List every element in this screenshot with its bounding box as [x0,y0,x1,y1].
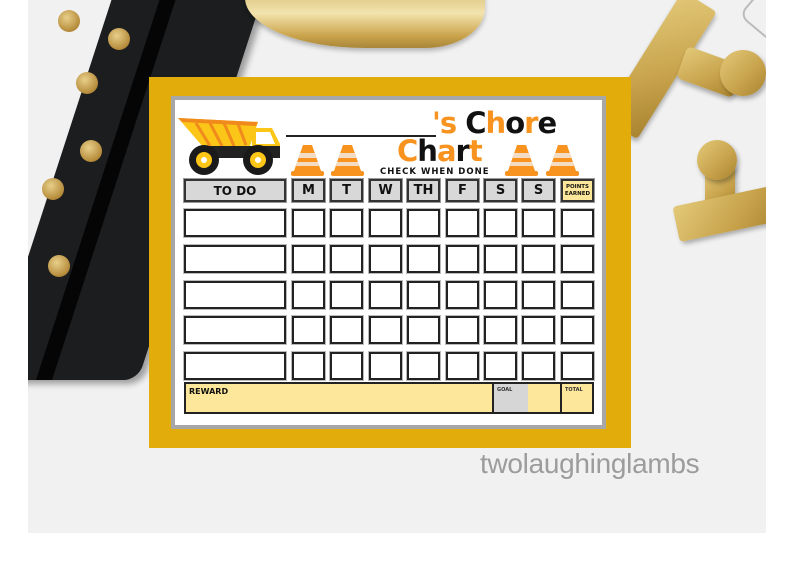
title-letter: t [468,134,483,168]
day-check-cell[interactable] [368,280,403,310]
gold-dot [80,140,102,162]
title-letter: e [537,106,557,140]
day-check-cell[interactable] [445,351,480,381]
day-check-cell[interactable] [521,244,556,274]
watermark-text: twolaughinglambs [480,448,700,479]
title-letter: r [524,106,538,140]
todo-header: TO DO [183,178,287,203]
day-check-cell[interactable] [406,208,441,238]
total-label: TOTAL [565,387,583,393]
day-header: T [329,178,364,203]
day-check-cell[interactable] [445,208,480,238]
paperclip-decoration [738,0,766,44]
traffic-cone-icon [331,145,364,176]
day-check-cell[interactable] [291,351,326,381]
gold-clip-decoration [697,140,737,180]
day-check-cell[interactable] [521,280,556,310]
points-cell[interactable] [560,280,595,310]
day-check-cell[interactable] [291,244,326,274]
day-check-cell[interactable] [483,351,518,381]
earned-label: EARNED [564,190,591,197]
day-check-cell[interactable] [368,315,403,345]
day-check-cell[interactable] [329,244,364,274]
title-letter: r [455,134,470,168]
day-check-cell[interactable] [521,351,556,381]
day-header: S [521,178,556,203]
todo-cell[interactable] [183,280,287,310]
title-letter: h [485,106,507,140]
reward-label: REWARD [189,387,229,396]
goal-box[interactable]: GOAL [492,384,528,412]
day-check-cell[interactable] [445,280,480,310]
day-check-cell[interactable] [445,244,480,274]
day-check-cell[interactable] [291,208,326,238]
traffic-cone-icon [291,145,324,176]
day-check-cell[interactable] [483,315,518,345]
day-header: S [483,178,518,203]
points-cell[interactable] [560,315,595,345]
day-check-cell[interactable] [329,315,364,345]
gold-feather-decoration [245,0,485,48]
traffic-cone-icon [505,145,538,176]
points-cell[interactable] [560,351,595,381]
gold-dot [48,255,70,277]
gold-dot [108,28,130,50]
day-check-cell[interactable] [445,315,480,345]
points-earned-header: POINTS EARNED [560,178,595,203]
gold-clip-decoration [720,50,766,96]
check-when-done-label: CHECK WHEN DONE [380,167,490,177]
day-check-cell[interactable] [483,244,518,274]
gold-dot [76,72,98,94]
day-check-cell[interactable] [291,280,326,310]
title-letter: h [417,134,438,168]
points-cell[interactable] [560,244,595,274]
day-header: F [445,178,480,203]
title-letter: a [436,134,457,168]
day-check-cell[interactable] [368,208,403,238]
day-check-cell[interactable] [521,315,556,345]
todo-cell[interactable] [183,315,287,345]
gold-dot [42,178,64,200]
reward-box[interactable]: REWARD GOAL TOTAL [184,382,594,414]
day-check-cell[interactable] [521,208,556,238]
title-letter: o [505,106,525,140]
day-check-cell[interactable] [329,280,364,310]
day-check-cell[interactable] [406,351,441,381]
goal-label: GOAL [497,387,513,393]
traffic-cone-icon [546,145,579,176]
todo-cell[interactable] [183,244,287,274]
day-check-cell[interactable] [368,244,403,274]
points-cell[interactable] [560,208,595,238]
day-check-cell[interactable] [368,351,403,381]
day-check-cell[interactable] [406,315,441,345]
day-check-cell[interactable] [406,244,441,274]
day-header: M [291,178,326,203]
day-check-cell[interactable] [483,208,518,238]
day-header: W [368,178,403,203]
dump-truck-icon [178,118,280,175]
day-check-cell[interactable] [483,280,518,310]
total-box[interactable]: TOTAL [560,384,592,412]
todo-cell[interactable] [183,208,287,238]
gold-dot [58,10,80,32]
day-check-cell[interactable] [291,315,326,345]
points-label: POINTS [565,183,590,190]
todo-cell[interactable] [183,351,287,381]
day-check-cell[interactable] [329,208,364,238]
day-check-cell[interactable] [329,351,364,381]
title-line-2: Chart [397,134,483,168]
day-header: TH [406,178,441,203]
title-letter: C [397,134,418,168]
day-check-cell[interactable] [406,280,441,310]
